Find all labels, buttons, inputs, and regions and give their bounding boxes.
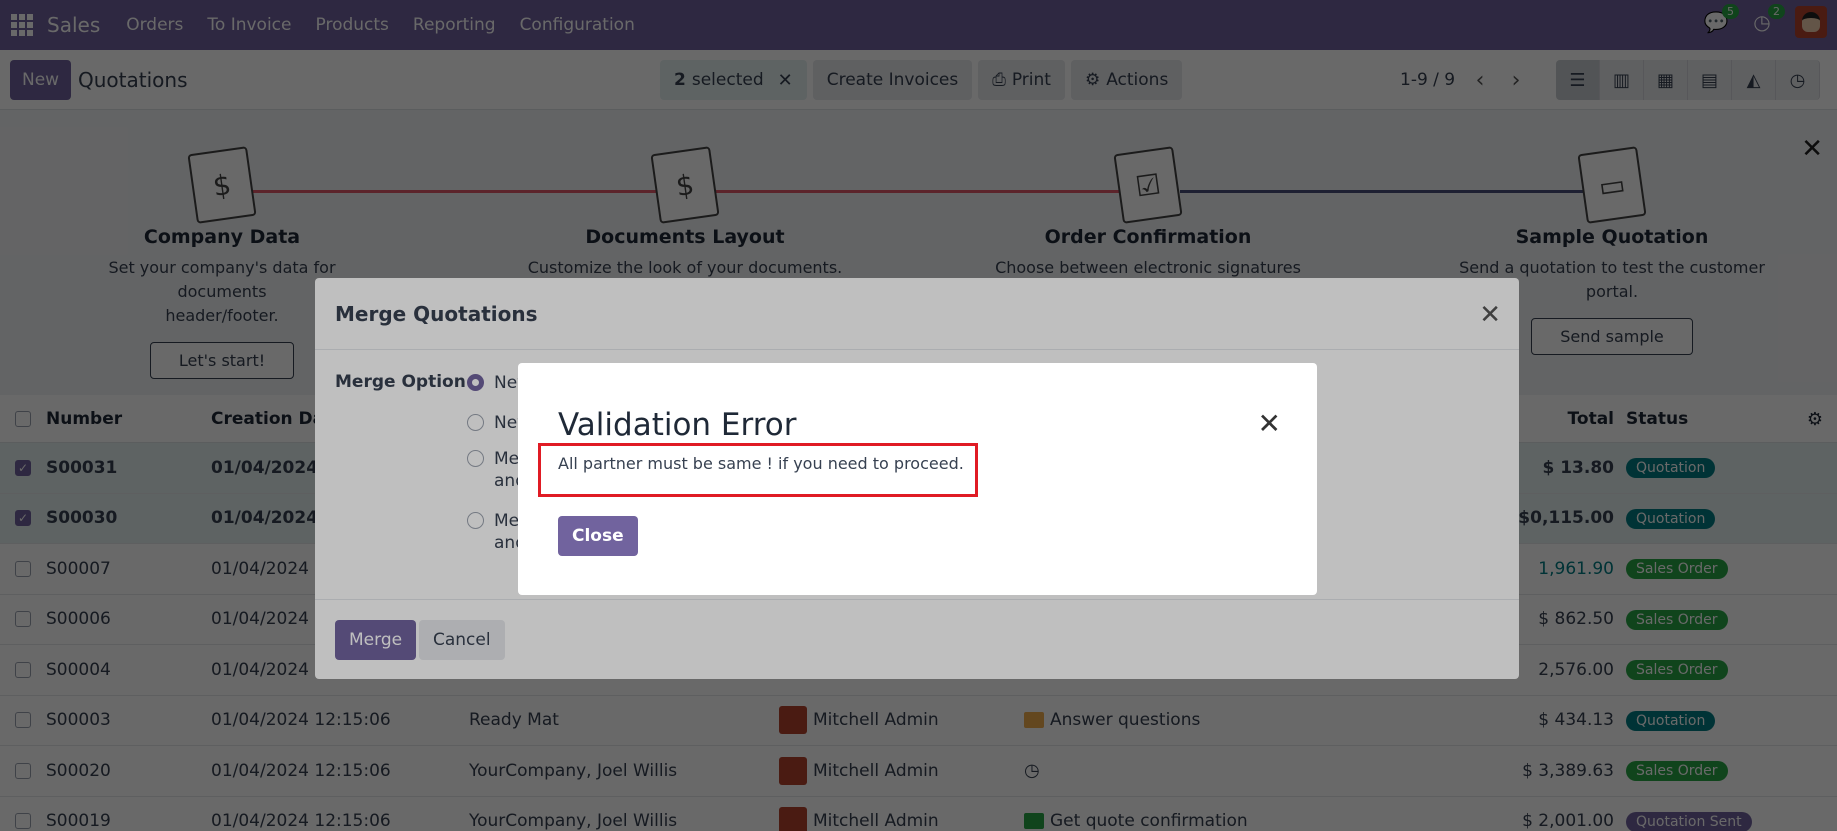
validation-error-dialog: Validation Error ✕ All partner must be s… <box>518 363 1317 595</box>
dialog-title: Validation Error <box>558 407 797 443</box>
close-icon[interactable]: ✕ <box>1258 407 1281 440</box>
close-button[interactable]: Close <box>558 516 638 556</box>
error-message: All partner must be same ! if you need t… <box>558 454 964 473</box>
